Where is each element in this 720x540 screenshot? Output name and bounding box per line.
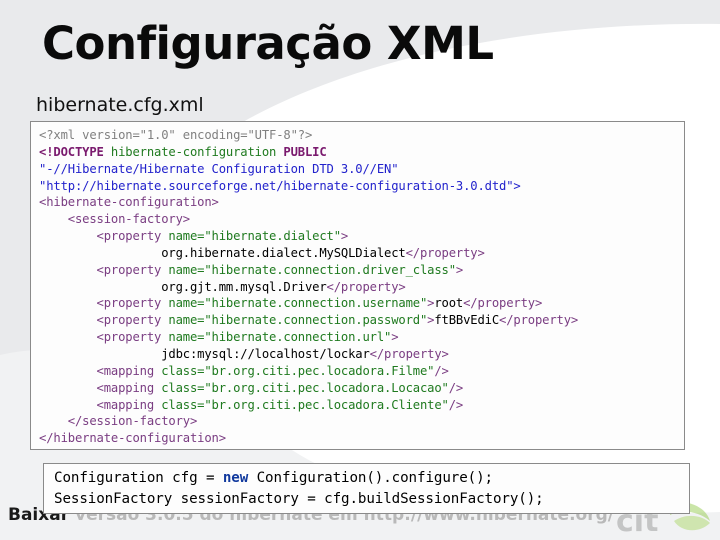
xml-line: <property name="hibernate.dialect"> xyxy=(39,228,678,245)
xml-token-tag: </hibernate-configuration> xyxy=(39,431,226,446)
xml-token-text: jdbc:mysql://localhost/lockar xyxy=(161,346,370,361)
xml-indent xyxy=(39,364,97,378)
xml-token-text: org.gjt.mm.mysql.Driver xyxy=(161,279,327,294)
xml-indent xyxy=(39,246,161,260)
xml-line: </hibernate-configuration> xyxy=(39,430,678,447)
xml-token-attr: class= xyxy=(161,363,205,378)
xml-line: org.gjt.mm.mysql.Driver</property> xyxy=(39,279,678,296)
xml-token-tag: /> xyxy=(448,397,464,412)
xml-token-attrval: "hibernate.connection.username" xyxy=(204,296,428,311)
java-token-text: Configuration().configure(); xyxy=(248,470,493,486)
xml-token-tag: > xyxy=(455,262,464,277)
xml-token-string: "-//Hibernate/Hibernate Configuration DT… xyxy=(39,161,399,176)
xml-token-attrval: "br.org.citi.pec.locadora.Filme" xyxy=(204,363,435,378)
xml-token-tag: </property> xyxy=(326,279,406,294)
xml-line: <property name="hibernate.connection.pas… xyxy=(39,312,678,329)
xml-line: <session-factory> xyxy=(39,211,678,228)
xml-token-attr: class= xyxy=(161,380,205,395)
xml-token-decl: <?xml version="1.0" encoding="UTF-8"?> xyxy=(39,128,313,142)
xml-token-tag: </property> xyxy=(463,296,543,311)
xml-line: "http://hibernate.sourceforge.net/hibern… xyxy=(39,178,678,195)
xml-token-text: ftBBvEdiC xyxy=(434,313,499,328)
xml-line: jdbc:mysql://localhost/lockar</property> xyxy=(39,346,678,363)
xml-line: <mapping class="br.org.citi.pec.locadora… xyxy=(39,363,678,380)
xml-indent xyxy=(39,280,161,294)
xml-token-public: PUBLIC xyxy=(283,144,327,159)
xml-line: <hibernate-configuration> xyxy=(39,194,678,211)
xml-token-tag: /> xyxy=(434,363,449,378)
xml-token-tag: </property> xyxy=(499,313,579,328)
xml-indent xyxy=(39,414,68,428)
xml-token-tag: <mapping xyxy=(96,397,162,412)
xml-token-attrval: "br.org.citi.pec.locadora.Locacao" xyxy=(204,380,449,395)
xml-token-attrval: "br.org.citi.pec.locadora.Cliente" xyxy=(204,397,449,412)
xml-token-attr: name= xyxy=(168,296,205,311)
java-token-text: SessionFactory sessionFactory = cfg.buil… xyxy=(54,491,544,507)
xml-token-tag: <property xyxy=(96,330,169,345)
xml-token-tag: /> xyxy=(448,380,464,395)
xml-token-attr: class= xyxy=(161,397,205,412)
logo-green-leaf xyxy=(674,515,710,531)
xml-token-text: root xyxy=(434,296,464,311)
xml-token-attr: name= xyxy=(168,330,205,345)
xml-line: <!DOCTYPE hibernate-configuration PUBLIC xyxy=(39,144,678,161)
xml-token-tag: > xyxy=(340,229,349,244)
xml-indent xyxy=(39,296,97,310)
xml-indent xyxy=(39,313,97,327)
xml-token-doctype: <!DOCTYPE xyxy=(39,144,111,159)
xml-line: <property name="hibernate.connection.dri… xyxy=(39,262,678,279)
xml-token-tag: <property xyxy=(96,229,169,244)
xml-line: <property name="hibernate.connection.url… xyxy=(39,329,678,346)
xml-token-attrval: "hibernate.connection.url" xyxy=(204,330,392,345)
xml-token-attr: name= xyxy=(168,313,205,328)
xml-line: org.hibernate.dialect.MySQLDialect</prop… xyxy=(39,245,678,262)
xml-token-dtdname: hibernate-configuration xyxy=(110,144,284,159)
xml-token-tag: <hibernate-configuration> xyxy=(39,195,219,210)
xml-token-attrval: "hibernate.dialect" xyxy=(204,229,341,244)
xml-indent xyxy=(39,381,97,395)
xml-line: <property name="hibernate.connection.use… xyxy=(39,295,678,312)
xml-token-attrval: "hibernate.connection.password" xyxy=(204,313,428,328)
xml-indent xyxy=(39,330,97,344)
xml-token-attr: name= xyxy=(168,262,205,277)
xml-line: <mapping class="br.org.citi.pec.locadora… xyxy=(39,397,678,414)
xml-line: "-//Hibernate/Hibernate Configuration DT… xyxy=(39,161,678,178)
xml-token-attrval: "hibernate.connection.driver_class" xyxy=(204,262,456,277)
xml-indent xyxy=(39,212,68,226)
java-line: SessionFactory sessionFactory = cfg.buil… xyxy=(54,489,683,510)
xml-code-block: <?xml version="1.0" encoding="UTF-8"?> <!… xyxy=(30,121,685,450)
java-line: Configuration cfg = new Configuration().… xyxy=(54,468,683,489)
xml-line: <?xml version="1.0" encoding="UTF-8"?> xyxy=(39,127,678,144)
java-code-block: Configuration cfg = new Configuration().… xyxy=(43,463,690,514)
xml-indent xyxy=(39,229,97,243)
java-token-text: Configuration cfg = xyxy=(54,470,223,486)
xml-token-tag: <mapping xyxy=(96,363,162,378)
file-name-caption: hibernate.cfg.xml xyxy=(36,94,204,116)
xml-token-tag: </property> xyxy=(405,245,485,260)
xml-token-tag: <session-factory> xyxy=(67,212,190,227)
page-title: Configuração XML xyxy=(42,17,494,70)
xml-token-tag: <mapping xyxy=(96,380,162,395)
xml-indent xyxy=(39,263,97,277)
xml-indent xyxy=(39,347,161,361)
xml-token-text: org.hibernate.dialect.MySQLDialect xyxy=(161,245,406,260)
xml-token-attr: name= xyxy=(168,229,205,244)
xml-token-tag: </property> xyxy=(369,346,449,361)
xml-token-string: "http://hibernate.sourceforge.net/hibern… xyxy=(39,178,521,193)
xml-token-tag: <property xyxy=(96,262,169,277)
xml-line: </session-factory> xyxy=(39,413,678,430)
java-token-kw: new xyxy=(222,470,249,486)
xml-token-tag: <property xyxy=(96,296,169,311)
xml-token-tag: <property xyxy=(96,313,169,328)
xml-indent xyxy=(39,398,97,412)
xml-token-tag: > xyxy=(391,330,399,345)
xml-token-tag: </session-factory> xyxy=(67,414,198,429)
xml-line: <mapping class="br.org.citi.pec.locadora… xyxy=(39,380,678,397)
